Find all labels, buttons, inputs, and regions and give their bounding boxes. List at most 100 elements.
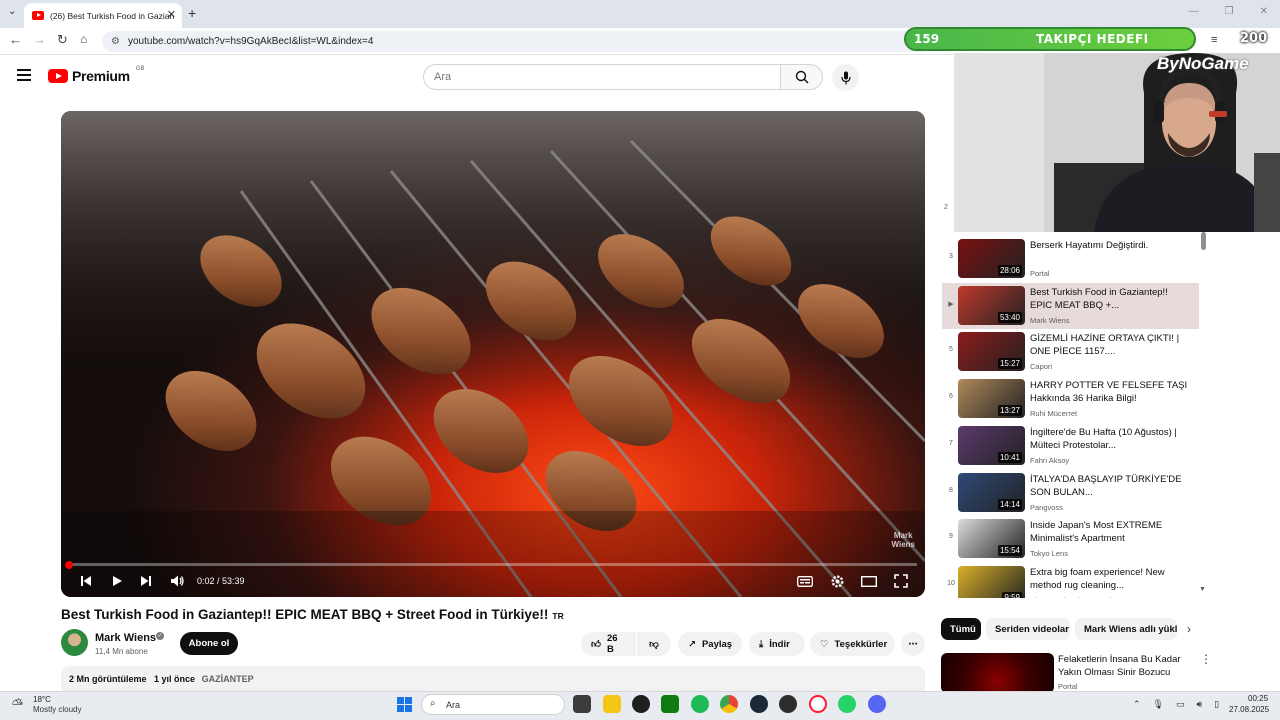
playlist-item-title[interactable]: GİZEMLİ HAZİNE ORTAYA ÇIKTI! | ONE PİECE…	[1030, 332, 1192, 358]
playlist-item-title[interactable]: İTALYA'DA BAŞLAYIP TÜRKİYE'DE SON BULAN.…	[1030, 473, 1192, 499]
tray-chevron-icon[interactable]: ⌃	[1133, 699, 1141, 710]
playlist-add-icon[interactable]: ≡	[1211, 34, 1217, 46]
share-button[interactable]: ↗ Paylaş	[678, 632, 742, 656]
playlist-item-thumbnail[interactable]: 9:59	[958, 565, 1025, 598]
theater-mode-icon[interactable]	[861, 576, 877, 587]
video-player[interactable]: Mark Wiens 0:02 / 53:39	[61, 111, 925, 597]
thanks-heart-icon: ♡	[820, 638, 829, 650]
clock-date[interactable]: 27.08.2025	[1229, 705, 1269, 714]
playlist-item-thumbnail[interactable]: 53:40	[958, 285, 1025, 325]
play-icon[interactable]	[111, 575, 123, 587]
scroll-down-icon[interactable]: ▼	[1199, 586, 1206, 593]
playlist-item[interactable]: 7 10:41 İngiltere'de Bu Hafta (10 Ağustos)…	[942, 423, 1199, 469]
playlist-item[interactable]: ▶ 53:40 Best Turkish Food in Gaziantep!! E…	[942, 282, 1199, 329]
search-input[interactable]: Ara	[423, 64, 781, 90]
recommendation-title[interactable]: Felaketlerin İnsana Bu Kadar Yakın Olmas…	[1058, 653, 1198, 679]
chip-series-videos[interactable]: Seriden videolar	[986, 618, 1070, 640]
playlist-item-title[interactable]: HARRY POTTER VE FELSEFE TAŞI Hakkında 36…	[1030, 379, 1192, 405]
microphone-tray-icon[interactable]: 🎙︎	[1153, 699, 1164, 710]
playlist-item[interactable]: 9 15:54 Inside Japan's Most EXTREME Minima…	[942, 516, 1199, 562]
speaker-icon[interactable]: 🔊︎	[1197, 699, 1203, 710]
settings-gear-icon[interactable]	[830, 574, 845, 589]
xbox-icon[interactable]	[661, 695, 679, 713]
chevron-right-icon[interactable]: ›	[1187, 622, 1191, 636]
dislike-button[interactable]: 👎︎	[637, 632, 671, 656]
minimize-icon[interactable]: —	[1189, 6, 1199, 17]
home-icon[interactable]: ⌂	[80, 32, 87, 46]
app-icon[interactable]	[779, 695, 797, 713]
playlist-item[interactable]: 6 13:27 HARRY POTTER VE FELSEFE TAŞI Hakkı…	[942, 376, 1199, 422]
back-arrow-icon[interactable]: ←	[9, 32, 22, 47]
playlist-item-thumbnail[interactable]: 15:27	[958, 332, 1025, 372]
playlist-scrollbar[interactable]	[1201, 232, 1206, 250]
time-display: 0:02 / 53:39	[197, 576, 245, 586]
weather-temperature[interactable]: 18°C	[33, 695, 51, 704]
chrome-icon[interactable]	[720, 695, 738, 713]
voice-search-button[interactable]	[832, 64, 859, 91]
close-window-icon[interactable]: ✕	[1260, 6, 1268, 17]
search-icon: ⌕	[430, 698, 436, 709]
playlist-item-thumbnail[interactable]: 13:27	[958, 379, 1025, 419]
playlist-item-thumbnail[interactable]: 14:14	[958, 472, 1025, 512]
youtube-premium-logo[interactable]: Premium GB	[48, 66, 144, 84]
url-field[interactable]: ⚙ youtube.com/watch?v=hs9GqAkBecI&list=W…	[102, 31, 932, 52]
subtitles-icon[interactable]	[797, 576, 813, 587]
playlist-item-title[interactable]: Berserk Hayatımı Değiştirdi.	[1030, 239, 1192, 252]
maximize-icon[interactable]: ❐	[1225, 6, 1234, 17]
download-button[interactable]: ⤓ İndir	[749, 632, 805, 656]
thanks-button[interactable]: ♡ Teşekkürler	[810, 632, 895, 656]
opera-icon[interactable]	[809, 695, 827, 713]
weather-cloud-icon[interactable]: ⛅︎	[12, 696, 23, 713]
playlist-item-thumbnail[interactable]: 10:41	[958, 425, 1025, 465]
file-explorer-icon[interactable]	[603, 695, 621, 713]
playlist-item-title[interactable]: İngiltere'de Bu Hafta (10 Ağustos) | Mül…	[1030, 426, 1192, 452]
previous-icon[interactable]	[80, 575, 92, 587]
tab-list-chevron-icon[interactable]: ⌄	[8, 6, 16, 17]
chatgpt-icon[interactable]	[632, 695, 650, 713]
windows-start-icon[interactable]	[397, 697, 412, 712]
search-button[interactable]	[780, 64, 823, 90]
fullscreen-icon[interactable]	[894, 574, 908, 588]
progress-bar[interactable]	[69, 563, 917, 566]
recommendation-thumbnail[interactable]	[941, 653, 1054, 693]
weather-description[interactable]: Mostly cloudy	[33, 705, 81, 714]
progress-scrubber-handle[interactable]	[65, 561, 73, 569]
browser-tab[interactable]: (26) Best Turkish Food in Gazian ✕	[24, 3, 182, 28]
more-vertical-icon[interactable]: ⋮	[1200, 652, 1212, 666]
location-tag[interactable]: GAZİANTEP	[202, 674, 254, 684]
spotify-icon[interactable]	[691, 695, 709, 713]
next-icon[interactable]	[140, 575, 152, 587]
playlist-item[interactable]: 10 9:59 Extra big foam experience! New met…	[942, 563, 1199, 598]
volume-icon[interactable]	[170, 574, 185, 588]
discord-icon[interactable]	[868, 695, 886, 713]
site-info-icon[interactable]: ⚙	[111, 36, 120, 47]
task-view-icon[interactable]	[573, 695, 591, 713]
new-tab-button[interactable]: +	[188, 5, 196, 21]
taskbar-search[interactable]: ⌕ Ara	[421, 694, 565, 715]
playlist-item[interactable]: 8 14:14 İTALYA'DA BAŞLAYIP TÜRKİYE'DE SON …	[942, 470, 1199, 516]
chip-channel-uploads[interactable]: Mark Wiens adlı yükle	[1075, 618, 1177, 640]
more-actions-button[interactable]: ⋯	[901, 632, 925, 656]
close-tab-icon[interactable]: ✕	[167, 8, 176, 21]
playlist-item-title[interactable]: Inside Japan's Most EXTREME Minimalist's…	[1030, 519, 1192, 545]
playlist-item[interactable]: 3 28:06 Berserk Hayatımı Değiştirdi. Portal	[942, 236, 1199, 282]
playlist-item-thumbnail[interactable]: 28:06	[958, 239, 1025, 278]
clock-time[interactable]: 00:25	[1248, 694, 1268, 703]
playlist-item-thumbnail[interactable]: 15:54	[958, 519, 1025, 559]
channel-avatar[interactable]	[61, 629, 88, 656]
channel-name[interactable]: Mark Wiens	[95, 632, 156, 644]
steam-icon[interactable]	[750, 695, 768, 713]
playlist-item-title[interactable]: Extra big foam experience! New method ru…	[1030, 566, 1192, 592]
like-button[interactable]: 👍︎ 26 B	[581, 632, 636, 656]
chip-all[interactable]: Tümü	[941, 618, 981, 640]
subscribe-button[interactable]: Abone ol	[180, 632, 238, 655]
reload-icon[interactable]: ↻	[57, 32, 68, 48]
whatsapp-icon[interactable]	[838, 695, 856, 713]
playlist-item-title[interactable]: Best Turkish Food in Gaziantep!! EPIC ME…	[1030, 286, 1192, 312]
forward-arrow-icon[interactable]: →	[33, 32, 46, 47]
playlist-item[interactable]: 5 15:27 GİZEMLİ HAZİNE ORTAYA ÇIKTI! | ONE…	[942, 329, 1199, 375]
hamburger-menu-icon[interactable]	[17, 69, 31, 81]
battery-icon[interactable]: ▯	[1214, 699, 1219, 710]
network-icon[interactable]: ▭	[1176, 699, 1185, 710]
recommendation-channel[interactable]: Portal	[1058, 682, 1078, 691]
